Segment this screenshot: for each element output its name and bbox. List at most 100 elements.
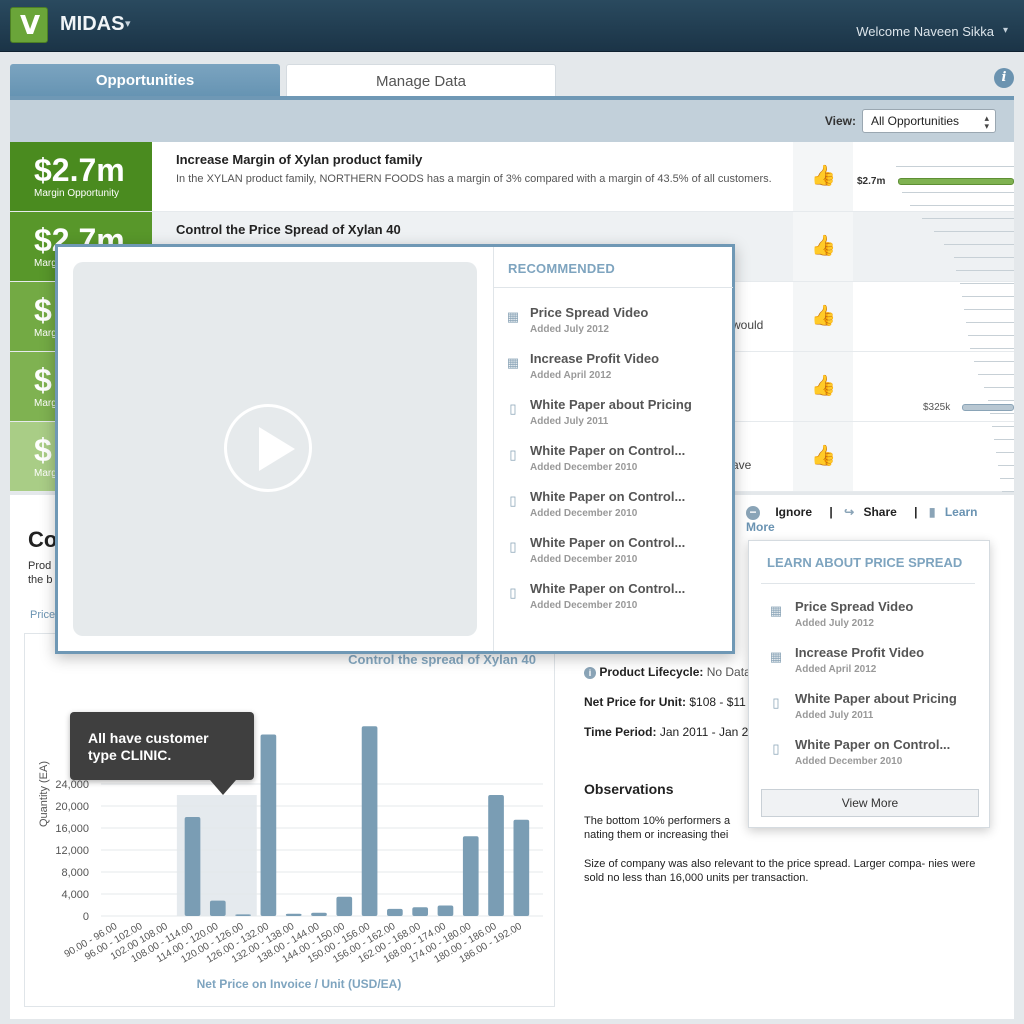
chart-bar: [387, 908, 403, 916]
user-menu-caret-icon[interactable]: ▾: [1003, 25, 1008, 36]
tab-opportunities[interactable]: Opportunities: [10, 64, 280, 98]
minus-circle-icon[interactable]: −: [746, 506, 760, 520]
document-icon: ▯: [772, 695, 780, 710]
divider: [761, 583, 975, 584]
learn-item[interactable]: ▯ White Paper about Pricing Added July 201…: [763, 691, 983, 737]
view-select[interactable]: All Opportunities ▴ ▾: [862, 109, 996, 133]
opportunity-title[interactable]: Control the Price Spread of Xylan 40: [176, 222, 401, 237]
opportunity-title[interactable]: Increase Margin of Xylan product family: [176, 152, 422, 167]
spark-line: [954, 257, 1014, 258]
thumbs-up-icon[interactable]: 👍: [811, 234, 836, 258]
learn-item-date: Added December 2010: [795, 756, 903, 767]
film-icon: ▦: [506, 309, 520, 324]
recommended-item[interactable]: ▯ White Paper on Control... Added December…: [494, 443, 733, 489]
spark-line: [994, 439, 1014, 440]
spark-line: [910, 205, 1014, 206]
chart-canvas: 04,0008,00012,00016,00020,00024,00090.00…: [38, 726, 543, 991]
recommended-item-date: Added December 2010: [530, 462, 638, 473]
learn-item[interactable]: ▯ White Paper on Control... Added December…: [763, 737, 983, 783]
recommended-item[interactable]: ▯ White Paper about Pricing Added July 201…: [494, 397, 733, 443]
detail-subtitle-line: Prod: [28, 560, 52, 572]
learn-item[interactable]: ▦ Price Spread Video Added July 2012: [763, 599, 983, 645]
chart-bar: [209, 900, 226, 916]
recommended-item-name[interactable]: Increase Profit Video: [530, 351, 659, 366]
tooltip-arrow: [210, 780, 236, 795]
spark-bar-mid: [962, 404, 1014, 411]
learn-item-name[interactable]: White Paper about Pricing: [795, 691, 957, 706]
price-link[interactable]: Price: [30, 609, 55, 621]
info-icon[interactable]: i: [584, 667, 596, 679]
chart-bar: [412, 907, 429, 916]
learn-more-popover: LEARN ABOUT PRICE SPREAD View More ▦ Pric…: [748, 540, 990, 828]
opportunity-sparkline: $2.7m $325k: [853, 142, 1014, 492]
spark-label-mid: $325k: [923, 402, 951, 413]
opportunity-amount-label: Margin Opportunity: [34, 188, 120, 199]
time-period-value: Jan 2011 - Jan 2: [659, 725, 749, 739]
learn-item-date: Added July 2012: [795, 618, 874, 629]
opportunity-description: In the XYLAN product family, NORTHERN FO…: [176, 173, 772, 185]
document-icon: ▯: [509, 401, 517, 416]
ignore-button[interactable]: Ignore: [775, 505, 812, 519]
detail-subtitle-line: the b: [28, 574, 53, 586]
view-more-button[interactable]: View More: [761, 789, 979, 817]
book-icon[interactable]: ▮: [929, 505, 936, 519]
recommended-item[interactable]: ▦ Price Spread Video Added July 2012: [494, 305, 733, 351]
document-icon: ▯: [509, 447, 517, 462]
recommended-item[interactable]: ▦ Increase Profit Video Added April 2012: [494, 351, 733, 397]
recommended-item-name[interactable]: Price Spread Video: [530, 305, 648, 320]
logo-icon: V: [19, 11, 41, 41]
recommended-item[interactable]: ▯ White Paper on Control... Added December…: [494, 489, 733, 535]
opportunity-amount-value: $2.7m: [34, 152, 125, 188]
recommended-item[interactable]: ▯ White Paper on Control... Added December…: [494, 535, 733, 581]
share-button[interactable]: Share: [863, 505, 896, 519]
video-player[interactable]: [73, 262, 477, 636]
opportunity-description-fragment: would: [732, 318, 764, 332]
spark-label-top: $2.7m: [857, 176, 886, 187]
chart-bar: [184, 817, 201, 916]
y-tick-label: 24,000: [55, 779, 89, 791]
chart-bar: [361, 726, 378, 916]
spark-line: [896, 166, 1014, 167]
share-arrow-icon[interactable]: ↪: [844, 505, 854, 519]
learn-item[interactable]: ▦ Increase Profit Video Added April 2012: [763, 645, 983, 691]
spark-line: [956, 270, 1014, 271]
spark-line: [996, 452, 1014, 453]
film-icon: ▦: [769, 649, 783, 664]
recommended-item-name[interactable]: White Paper on Control...: [530, 489, 685, 504]
spark-line: [964, 309, 1014, 310]
learn-item-date: Added April 2012: [795, 664, 877, 675]
net-price-label: Net Price for Unit:: [584, 695, 687, 709]
recommended-item-name[interactable]: White Paper about Pricing: [530, 397, 692, 412]
welcome-user-menu[interactable]: Welcome Naveen Sikka: [856, 24, 994, 39]
play-icon: [259, 427, 295, 471]
spark-line: [960, 283, 1014, 284]
recommended-item-date: Added December 2010: [530, 554, 638, 565]
thumbs-up-icon[interactable]: 👍: [811, 304, 836, 328]
divider: [494, 287, 733, 288]
learn-item-name[interactable]: White Paper on Control...: [795, 737, 950, 752]
play-button[interactable]: [224, 404, 312, 492]
chart-bar: [513, 819, 530, 916]
spark-line: [998, 465, 1014, 466]
thumbs-up-icon[interactable]: 👍: [811, 374, 836, 398]
app-logo[interactable]: V: [10, 7, 48, 43]
recommended-item-name[interactable]: White Paper on Control...: [530, 443, 685, 458]
thumbs-up-cell: 👍: [793, 422, 853, 491]
recommended-item[interactable]: ▯ White Paper on Control... Added December…: [494, 581, 733, 627]
learn-item-name[interactable]: Increase Profit Video: [795, 645, 924, 660]
recommended-item-name[interactable]: White Paper on Control...: [530, 581, 685, 596]
learn-item-name[interactable]: Price Spread Video: [795, 599, 913, 614]
recommended-item-name[interactable]: White Paper on Control...: [530, 535, 685, 550]
y-tick-label: 20,000: [55, 801, 89, 813]
app-name[interactable]: MIDAS: [60, 13, 124, 36]
thumbs-up-icon[interactable]: 👍: [811, 444, 836, 468]
app-menu-caret-icon[interactable]: ▾: [125, 17, 131, 30]
y-tick-label: 4,000: [61, 889, 89, 901]
tab-manage-data[interactable]: Manage Data: [286, 64, 556, 98]
observation-2: Size of company was also relevant to the…: [584, 858, 976, 884]
spark-line: [978, 374, 1014, 375]
view-label: View:: [824, 114, 856, 128]
thumbs-up-icon[interactable]: 👍: [811, 164, 836, 188]
info-icon[interactable]: i: [994, 68, 1014, 88]
chart-bar: [488, 795, 504, 916]
